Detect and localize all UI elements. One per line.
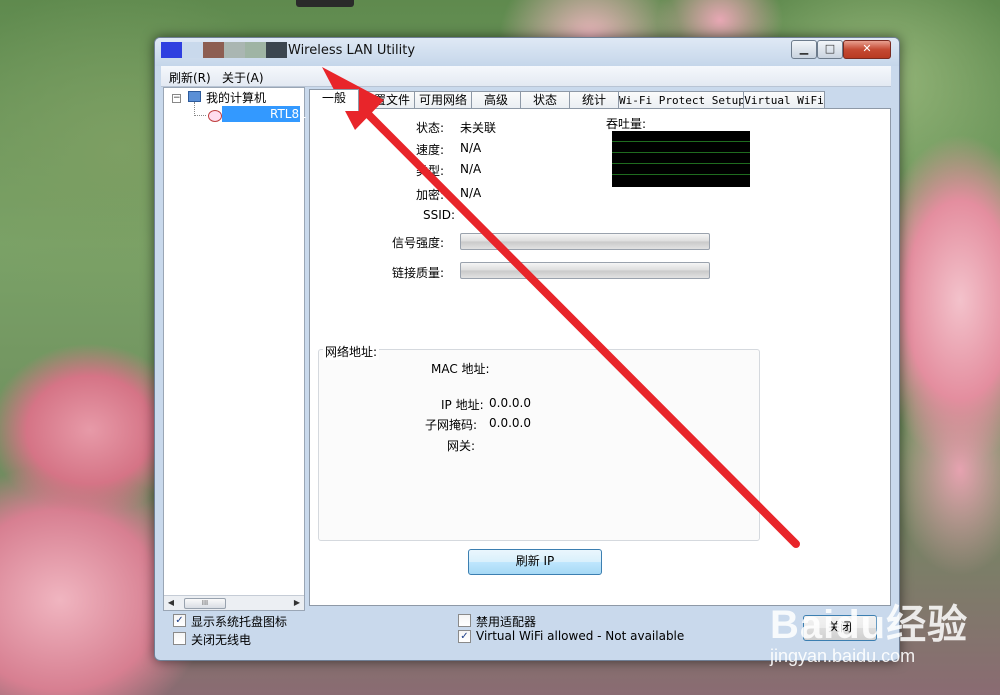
watermark-url: jingyan.baidu.com bbox=[770, 646, 916, 666]
watermark-logo: Baidu经验 bbox=[770, 603, 969, 647]
arrow-shaft bbox=[346, 92, 800, 548]
tab-general[interactable]: 一般 bbox=[309, 89, 359, 111]
annotation-arrow bbox=[322, 67, 800, 548]
